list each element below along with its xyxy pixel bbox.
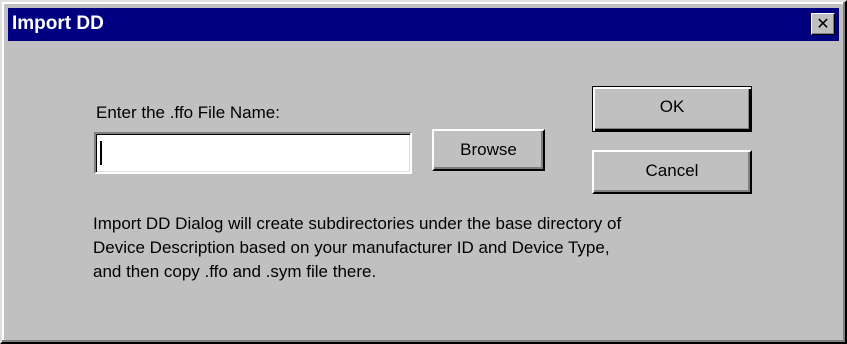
cancel-button[interactable]: Cancel xyxy=(592,150,752,194)
ok-button[interactable]: OK xyxy=(592,86,752,132)
description-line: Device Description based on your manufac… xyxy=(93,238,610,257)
file-name-input[interactable] xyxy=(94,132,412,174)
title-bar[interactable]: Import DD ✕ xyxy=(8,8,839,41)
import-dd-dialog: Import DD ✕ Enter the .ffo File Name: Br… xyxy=(0,0,847,344)
text-caret xyxy=(100,141,102,165)
close-icon: ✕ xyxy=(816,14,830,33)
description-text: Import DD Dialog will create subdirector… xyxy=(93,212,793,284)
close-button[interactable]: ✕ xyxy=(811,13,835,35)
dialog-title: Import DD xyxy=(12,13,104,34)
browse-button[interactable]: Browse xyxy=(432,129,545,171)
description-line: and then copy .ffo and .sym file there. xyxy=(93,262,377,281)
description-line: Import DD Dialog will create subdirector… xyxy=(93,214,622,233)
file-name-label: Enter the .ffo File Name: xyxy=(96,103,280,122)
